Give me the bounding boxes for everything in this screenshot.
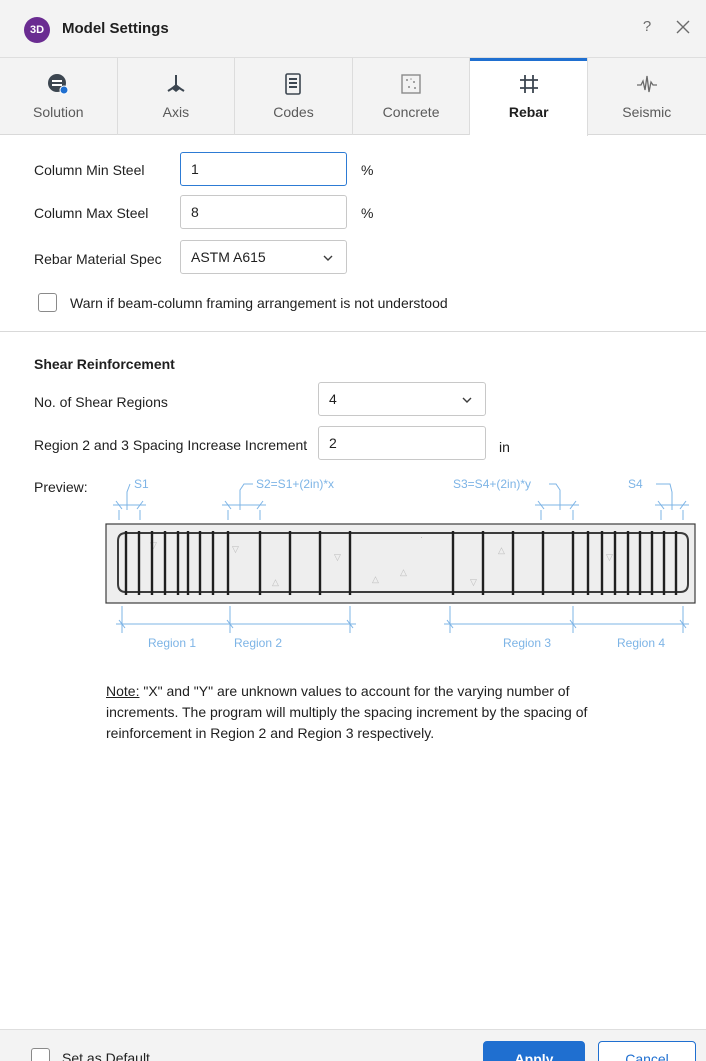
concrete-icon: [398, 71, 424, 97]
spacing-increment-unit: in: [499, 439, 510, 455]
tab-concrete[interactable]: Concrete: [353, 58, 471, 135]
shear-section-title: Shear Reinforcement: [34, 356, 175, 372]
region-2-label: Region 2: [234, 636, 282, 650]
spacing-increment-label: Region 2 and 3 Spacing Increase Incremen…: [34, 437, 308, 453]
column-max-steel-input[interactable]: 8: [180, 195, 347, 229]
rebar-material-spec-select[interactable]: ASTM A615: [180, 240, 347, 274]
svg-text:△: △: [372, 574, 379, 584]
region-3-label: Region 3: [503, 636, 551, 650]
set-as-default-checkbox[interactable]: [31, 1048, 50, 1061]
tab-label: Codes: [273, 104, 314, 120]
tab-axis[interactable]: Axis: [118, 58, 236, 135]
close-icon: [676, 20, 690, 34]
close-button[interactable]: [672, 16, 694, 38]
codes-icon: [280, 71, 306, 97]
tab-rebar[interactable]: Rebar: [470, 58, 588, 136]
shear-regions-select[interactable]: 4: [318, 382, 486, 416]
s3-label: S3=S4+(2in)*y: [453, 477, 531, 491]
note-text: "X" and "Y" are unknown values to accoun…: [106, 683, 588, 741]
svg-text:▽: ▽: [232, 544, 239, 554]
svg-text:△: △: [272, 577, 279, 587]
svg-text:△: △: [498, 545, 505, 555]
solution-icon: [45, 71, 71, 97]
rebar-material-spec-value: ASTM A615: [191, 249, 266, 265]
spacing-increment-input[interactable]: 2: [318, 426, 486, 460]
tab-label: Seismic: [622, 104, 672, 120]
cancel-button[interactable]: Cancel: [598, 1041, 696, 1061]
warn-framing-label: Warn if beam-column framing arrangement …: [70, 295, 448, 311]
column-min-steel-unit: %: [361, 162, 374, 178]
tab-label: Axis: [162, 104, 190, 120]
tab-solution[interactable]: Solution: [0, 58, 118, 135]
s1-label: S1: [134, 477, 149, 491]
apply-button[interactable]: Apply: [483, 1041, 585, 1061]
shear-regions-label: No. of Shear Regions: [34, 394, 168, 410]
column-min-steel-label: Column Min Steel: [34, 162, 145, 178]
tab-codes[interactable]: Codes: [235, 58, 353, 135]
warn-framing-checkbox[interactable]: [38, 293, 57, 312]
svg-text:▽: ▽: [470, 577, 477, 587]
tab-label: Rebar: [508, 104, 549, 120]
tab-label: Solution: [33, 104, 84, 120]
tab-seismic[interactable]: Seismic: [588, 58, 706, 135]
s4-label: S4: [628, 477, 643, 491]
seismic-icon: [634, 71, 660, 97]
section-divider: [0, 331, 706, 332]
shear-regions-value: 4: [329, 391, 337, 407]
help-button[interactable]: ?: [638, 18, 656, 38]
region-1-label: Region 1: [148, 636, 196, 650]
chevron-down-icon: [462, 397, 472, 403]
column-max-steel-unit: %: [361, 205, 374, 221]
shear-note: Note: "X" and "Y" are unknown values to …: [106, 681, 606, 744]
dialog-footer: Set as Default Apply Cancel: [0, 1029, 706, 1061]
svg-text:△: △: [400, 567, 407, 577]
window-title: Model Settings: [62, 20, 169, 37]
s2-label: S2=S1+(2in)*x: [256, 477, 334, 491]
tab-label: Concrete: [382, 104, 440, 120]
shear-preview-diagram: ▽ ▽△ ▽△△ ▽△▽ ··· S1 S2=S1+(2in)*x S3=S4+(…: [105, 477, 696, 650]
svg-text:▽: ▽: [334, 552, 341, 562]
rebar-material-spec-label: Rebar Material Spec: [34, 251, 162, 267]
rebar-icon: [516, 71, 542, 97]
chevron-down-icon: [323, 255, 333, 261]
column-min-steel-input[interactable]: 1: [180, 152, 347, 186]
set-as-default-label: Set as Default: [62, 1050, 150, 1061]
title-bar: 3D Model Settings ?: [0, 0, 706, 58]
axis-icon: [163, 71, 189, 97]
region-4-label: Region 4: [617, 636, 665, 650]
svg-text:▽: ▽: [606, 552, 613, 562]
app-logo: 3D: [24, 17, 50, 43]
note-prefix: Note:: [106, 683, 140, 699]
settings-tabs: Solution Axis Codes Concrete Rebar Seism…: [0, 58, 706, 136]
column-max-steel-label: Column Max Steel: [34, 205, 149, 221]
